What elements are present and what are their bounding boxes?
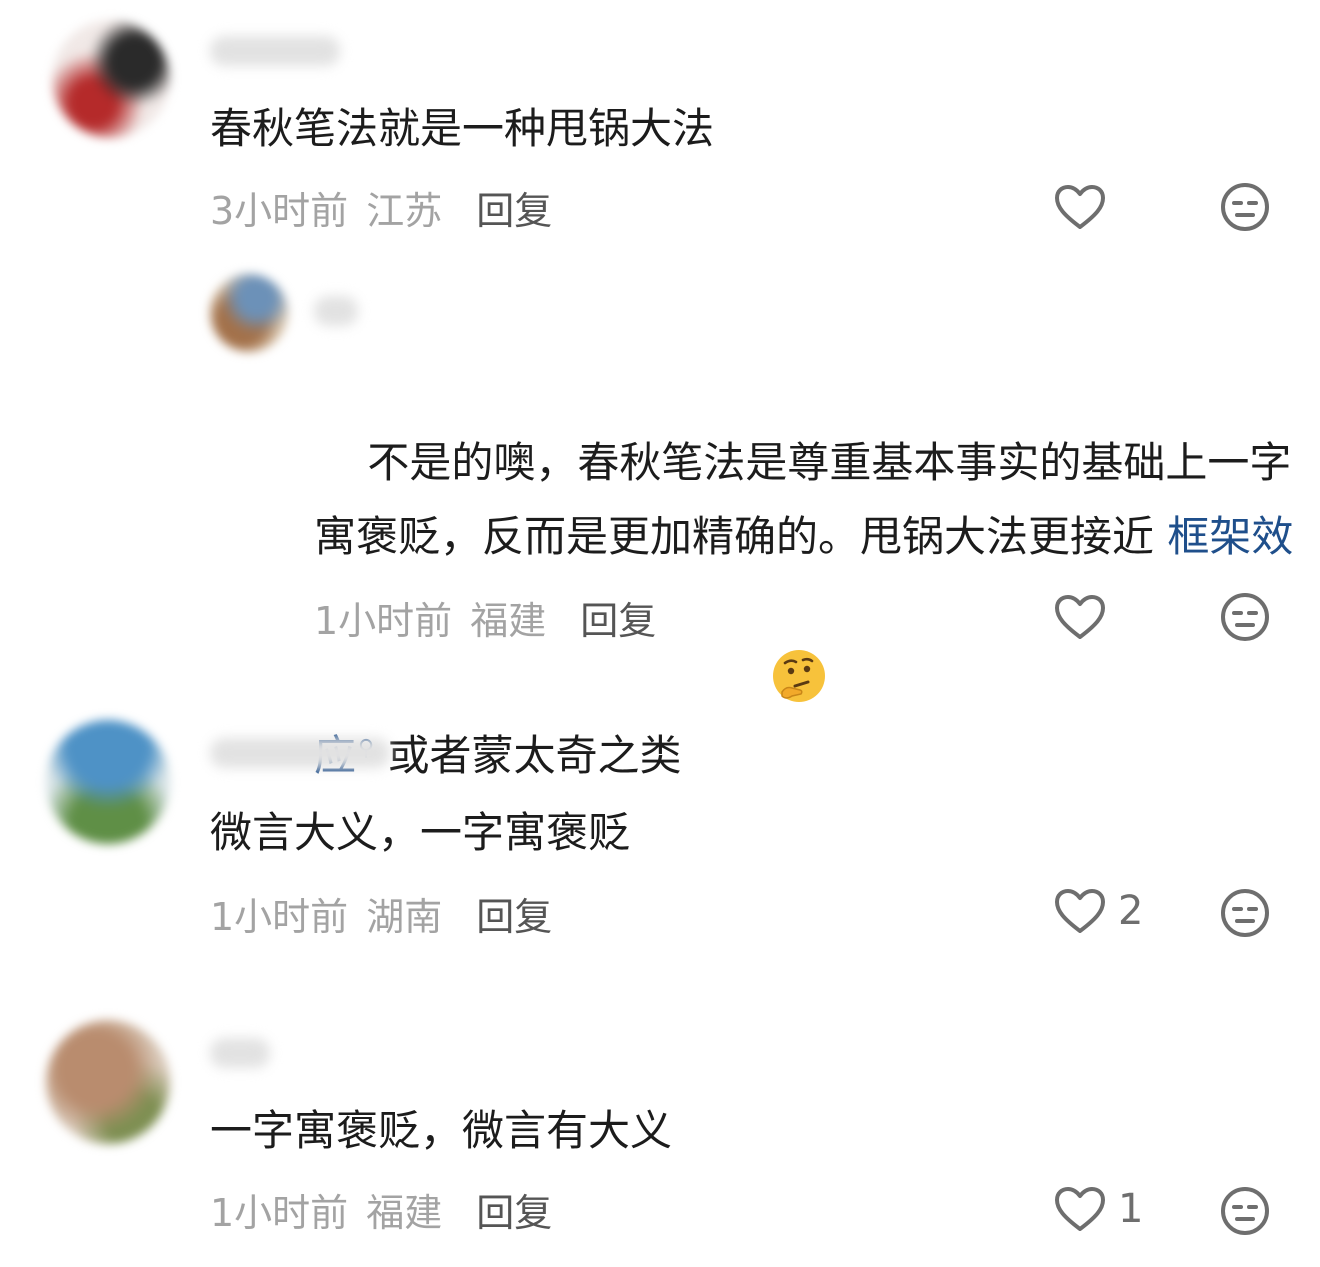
like-button[interactable] [1054,184,1118,230]
comment-3: 一字寓褒贬，微言有大义 1小时前 福建 回复 1 [0,1000,1320,1267]
meh-face-icon [1221,183,1269,231]
location: 江苏 [366,189,443,233]
avatar[interactable] [46,720,170,844]
avatar[interactable] [52,20,170,138]
avatar[interactable] [46,1020,170,1144]
like-button[interactable]: 1 [1054,1186,1143,1232]
meh-face-icon [1221,1187,1269,1235]
comment-text: 一字寓褒贬，微言有大义 [210,1106,673,1155]
username[interactable] [210,36,340,66]
timestamp: 3小时前 [210,189,349,233]
meh-face-icon [1221,593,1269,641]
dislike-button[interactable] [1220,888,1270,938]
timestamp: 1小时前 [314,599,453,643]
like-button[interactable] [1054,594,1118,640]
reply-meta: 1小时前 福建 回复 [314,590,656,645]
username[interactable] [210,1038,270,1068]
like-count: 2 [1118,888,1144,934]
comment-2: 微言大义，一字寓褒贬 1小时前 湖南 回复 2 [0,700,1320,980]
dislike-button[interactable] [1220,592,1270,642]
heart-outline-icon [1055,889,1105,933]
location: 福建 [470,599,547,643]
comment-meta: 1小时前 湖南 回复 [210,886,552,941]
meh-face-icon [1221,889,1269,937]
timestamp: 1小时前 [210,1191,349,1235]
timestamp: 1小时前 [210,895,349,939]
like-button[interactable]: 2 [1054,888,1143,934]
heart-outline-icon [1055,185,1105,229]
reply-1: 不是的噢，春秋笔法是尊重基本事实的基础上一字寓褒贬，反而是更加精确的。甩锅大法更… [0,250,1320,780]
heart-outline-icon [1055,595,1105,639]
reply-button[interactable]: 回复 [476,1182,552,1237]
username[interactable] [210,738,390,768]
comment-text: 微言大义，一字寓褒贬 [210,808,631,857]
username[interactable] [314,296,358,326]
dislike-button[interactable] [1220,182,1270,232]
location: 湖南 [366,895,443,939]
comment-text: 春秋笔法就是一种甩锅大法 [210,104,715,153]
comment-meta: 1小时前 福建 回复 [210,1182,552,1237]
reply-text-part: 不是的噢，春秋笔法是尊重基本事实的基础上一字寓褒贬，反而是更加精确的。甩锅大法更… [314,438,1292,561]
reply-button[interactable]: 回复 [580,590,656,645]
comment-meta: 3小时前 江苏 回复 [210,180,552,235]
reply-button[interactable]: 回复 [476,180,552,235]
heart-outline-icon [1055,1187,1105,1231]
avatar[interactable] [210,274,288,352]
location: 福建 [366,1191,443,1235]
dislike-button[interactable] [1220,1186,1270,1236]
comment-1: 春秋笔法就是一种甩锅大法 3小时前 江苏 回复 [0,0,1320,250]
reply-button[interactable]: 回复 [476,886,552,941]
like-count: 1 [1118,1186,1144,1232]
